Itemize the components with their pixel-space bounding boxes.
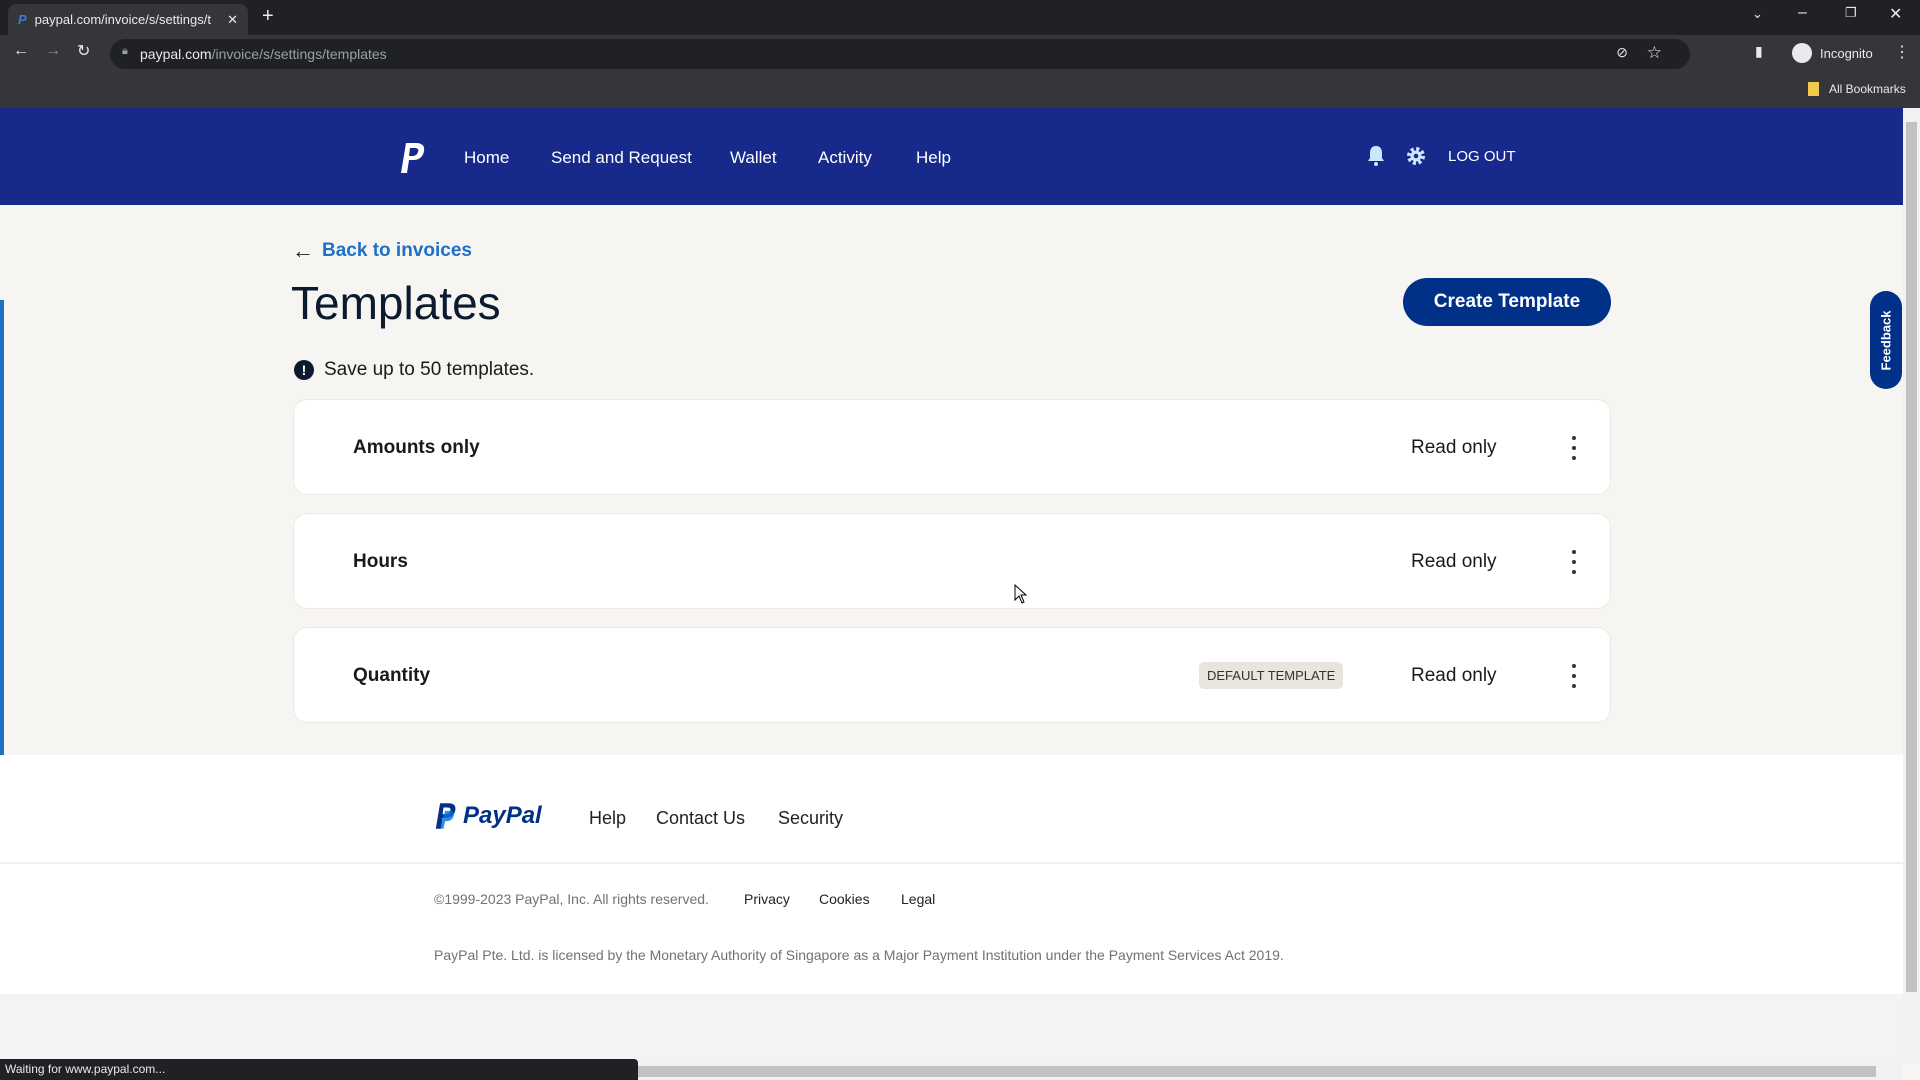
close-tab-icon[interactable]: ✕: [227, 12, 238, 28]
template-name: Amounts only: [353, 437, 480, 458]
restore-icon[interactable]: ❐: [1845, 5, 1857, 21]
bell-icon[interactable]: [1367, 145, 1385, 166]
close-window-icon[interactable]: ✕: [1889, 4, 1902, 24]
tracking-protection-icon[interactable]: ⊘: [1616, 44, 1628, 61]
status-bar: Waiting for www.paypal.com...: [0, 1059, 638, 1080]
nav-send-and-request[interactable]: Send and Request: [551, 148, 692, 168]
default-template-badge: DEFAULT TEMPLATE: [1199, 662, 1344, 689]
page-title: Templates: [291, 277, 501, 329]
incognito-badge[interactable]: Incognito: [1788, 40, 1881, 66]
info-text: Save up to 50 templates.: [324, 359, 535, 380]
logout-link[interactable]: LOG OUT: [1448, 148, 1516, 165]
footer-help-link[interactable]: Help: [589, 808, 626, 829]
nav-help[interactable]: Help: [916, 148, 951, 168]
reload-icon[interactable]: ↻: [77, 41, 90, 61]
arrow-left-icon: ←: [292, 238, 314, 263]
template-access: Read only: [1411, 665, 1497, 686]
more-options-icon[interactable]: [1568, 664, 1580, 688]
vertical-scrollbar[interactable]: [1903, 108, 1920, 1063]
url-path: /invoice/s/settings/templates: [211, 46, 387, 62]
nav-wallet[interactable]: Wallet: [730, 148, 777, 168]
more-options-icon[interactable]: [1568, 550, 1580, 574]
url-host: paypal.com: [140, 46, 212, 62]
alert-circle-icon: !: [294, 360, 314, 380]
back-icon[interactable]: ←: [13, 42, 29, 60]
top-navigation: [0, 108, 1903, 205]
browser-tab-strip: P paypal.com/invoice/s/settings/t ✕ + ⌄ …: [0, 0, 1920, 35]
folder-icon: [1808, 82, 1819, 96]
status-text: Waiting for www.paypal.com...: [5, 1062, 166, 1076]
left-scroll-indicator: [0, 300, 4, 779]
lock-icon: 🔒︎: [122, 45, 128, 57]
license-text: PayPal Pte. Ltd. is licensed by the Mone…: [434, 947, 1284, 963]
template-row[interactable]: Quantity DEFAULT TEMPLATE Read only: [293, 627, 1611, 723]
template-access: Read only: [1411, 551, 1497, 572]
chrome-menu-icon[interactable]: ⋮: [1894, 42, 1910, 62]
settings-gear-icon[interactable]: [1406, 146, 1426, 166]
legal-link[interactable]: Legal: [901, 891, 935, 907]
bookmarks-bar: All Bookmarks: [0, 72, 1920, 108]
tab-title: paypal.com/invoice/s/settings/t: [34, 12, 211, 27]
browser-tab[interactable]: P paypal.com/invoice/s/settings/t ✕: [8, 4, 248, 35]
bookmark-star-icon[interactable]: ☆: [1647, 43, 1662, 63]
cookies-link[interactable]: Cookies: [819, 891, 870, 907]
nav-activity[interactable]: Activity: [818, 148, 872, 168]
paypal-logo-icon[interactable]: [400, 142, 426, 174]
footer-divider: [0, 862, 1903, 864]
forward-icon[interactable]: →: [45, 42, 61, 60]
vertical-scroll-thumb[interactable]: [1906, 122, 1917, 992]
more-options-icon[interactable]: [1568, 436, 1580, 460]
footer-security-link[interactable]: Security: [778, 808, 843, 829]
back-to-invoices-link[interactable]: ← Back to invoices: [292, 238, 472, 264]
mouse-cursor-icon: [1014, 584, 1028, 604]
feedback-tab[interactable]: Feedback: [1870, 291, 1902, 389]
create-template-button[interactable]: Create Template: [1403, 278, 1611, 326]
footer-paypal-logo[interactable]: PayPal: [435, 802, 542, 830]
all-bookmarks[interactable]: All Bookmarks: [1808, 82, 1906, 96]
back-link-label: Back to invoices: [322, 240, 472, 261]
paypal-mark-icon: [435, 803, 456, 829]
new-tab-icon[interactable]: +: [262, 5, 274, 28]
paypal-favicon: P: [18, 12, 27, 27]
page-bottom: [0, 994, 1903, 1064]
copyright: ©1999-2023 PayPal, Inc. All rights reser…: [434, 891, 709, 907]
incognito-icon: [1792, 43, 1812, 63]
template-row[interactable]: Amounts only Read only: [293, 399, 1611, 495]
template-row[interactable]: Hours Read only: [293, 513, 1611, 609]
tab-search-icon[interactable]: ⌄: [1752, 6, 1763, 22]
address-bar[interactable]: 🔒︎ paypal.com/invoice/s/settings/templat…: [110, 39, 1690, 69]
nav-home[interactable]: Home: [464, 148, 509, 168]
template-name: Hours: [353, 551, 408, 572]
template-name: Quantity: [353, 665, 431, 686]
bookmarks-label: All Bookmarks: [1829, 82, 1906, 96]
template-access: Read only: [1411, 437, 1497, 458]
footer-contact-link[interactable]: Contact Us: [656, 808, 745, 829]
minimize-icon[interactable]: –: [1798, 4, 1807, 22]
info-note: ! Save up to 50 templates.: [294, 359, 534, 381]
profile-label: Incognito: [1820, 45, 1873, 61]
privacy-link[interactable]: Privacy: [744, 891, 790, 907]
install-app-icon[interactable]: ▮: [1755, 43, 1763, 60]
paypal-wordmark: PayPal: [463, 802, 542, 829]
feedback-label: Feedback: [1878, 310, 1894, 370]
